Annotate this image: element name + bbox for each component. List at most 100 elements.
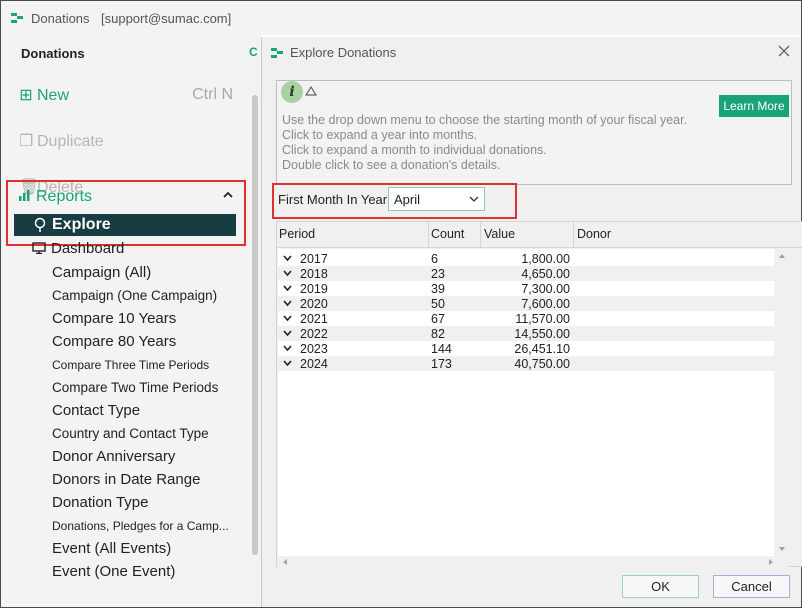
new-button[interactable]: ⊞ New: [19, 85, 69, 105]
cell-value: 14,550.00: [514, 327, 570, 341]
monitor-icon: [32, 242, 46, 254]
duplicate-button[interactable]: ❐ Duplicate: [19, 131, 104, 151]
column-divider: [480, 222, 481, 248]
table-row[interactable]: 2017 6 1,800.00: [278, 251, 774, 266]
report-item[interactable]: Compare Three Time Periods: [52, 356, 229, 379]
report-item[interactable]: Campaign (One Campaign): [52, 287, 229, 310]
first-month-select[interactable]: April: [388, 187, 485, 211]
cell-value: 7,600.00: [521, 297, 570, 311]
chevron-up-icon[interactable]: [222, 189, 234, 201]
table-row[interactable]: 2022 82 14,550.00: [278, 326, 774, 341]
cell-count: 6: [431, 252, 438, 266]
report-item[interactable]: Event (All Events): [52, 540, 229, 563]
first-month-value: April: [394, 192, 421, 207]
report-item[interactable]: Compare 10 Years: [52, 310, 229, 333]
tab-icon: C: [249, 45, 258, 59]
cell-value: 4,650.00: [521, 267, 570, 281]
scroll-right-arrow-icon[interactable]: [767, 558, 775, 566]
ok-button[interactable]: OK: [622, 575, 699, 598]
report-item[interactable]: Compare Two Time Periods: [52, 379, 229, 402]
scroll-up-arrow-icon[interactable]: [778, 252, 786, 260]
expand-chevron-icon[interactable]: [283, 300, 292, 307]
cell-count: 50: [431, 297, 445, 311]
reports-section-header[interactable]: Reports: [18, 188, 92, 206]
column-divider: [573, 222, 574, 248]
first-month-label: First Month In Year: [278, 192, 388, 207]
column-divider: [428, 222, 429, 248]
cancel-button[interactable]: Cancel: [713, 575, 790, 598]
expand-chevron-icon[interactable]: [283, 345, 292, 352]
column-header-count[interactable]: Count: [431, 227, 464, 241]
report-item[interactable]: Campaign (All): [52, 264, 229, 287]
expand-chevron-icon[interactable]: [283, 330, 292, 337]
table-vertical-scrollbar[interactable]: [775, 249, 789, 557]
cell-period: 2023: [300, 342, 328, 356]
report-item[interactable]: Country and Contact Type: [52, 425, 229, 448]
table-body: 2017 6 1,800.00 2018 23 4,650.00 2019 39…: [278, 249, 774, 557]
column-header-period[interactable]: Period: [279, 227, 315, 241]
info-panel: i Learn More Use the drop down menu to c…: [276, 80, 792, 185]
reports-label: Reports: [36, 188, 93, 205]
lightbulb-icon: [34, 217, 46, 232]
table-row[interactable]: 2024 173 40,750.00: [278, 356, 774, 371]
report-item[interactable]: Donors in Date Range: [52, 471, 229, 494]
sidebar-item-label: Dashboard: [51, 240, 125, 257]
expand-chevron-icon[interactable]: [283, 360, 292, 367]
expand-chevron-icon[interactable]: [283, 285, 292, 292]
duplicate-label: Duplicate: [37, 133, 104, 150]
cell-period: 2019: [300, 282, 328, 296]
scroll-left-arrow-icon[interactable]: [281, 558, 289, 566]
expand-chevron-icon[interactable]: [283, 315, 292, 322]
table-row[interactable]: 2020 50 7,600.00: [278, 296, 774, 311]
sidebar-item-dashboard[interactable]: Dashboard: [32, 240, 124, 257]
user-email: [support@sumac.com]: [101, 11, 232, 26]
new-label: New: [37, 87, 70, 104]
report-item[interactable]: Donations, Pledges for a Camp...: [52, 517, 229, 540]
scrollbar-thumb[interactable]: [252, 95, 258, 555]
info-icon: i: [281, 81, 303, 103]
cell-count: 67: [431, 312, 445, 326]
cell-value: 40,750.00: [514, 357, 570, 371]
close-icon[interactable]: [776, 43, 792, 59]
donations-table: Period Count Value Donor 2017 6 1,800.00…: [276, 221, 802, 568]
info-line: Click to expand a month to individual do…: [282, 143, 547, 157]
info-line: Double click to see a donation's details…: [282, 158, 501, 172]
new-shortcut: Ctrl N: [192, 86, 233, 103]
title-bar: Donations [support@sumac.com]: [1, 1, 801, 35]
cell-period: 2021: [300, 312, 328, 326]
plus-square-icon: ⊞: [19, 87, 33, 104]
chevron-down-icon: [469, 196, 479, 202]
cell-value: 11,570.00: [515, 312, 570, 326]
cell-period: 2024: [300, 357, 328, 371]
table-header: Period Count Value Donor: [277, 222, 802, 248]
table-horizontal-scrollbar[interactable]: [278, 556, 789, 568]
report-item[interactable]: Event (One Event): [52, 563, 229, 586]
report-item[interactable]: Donor Anniversary: [52, 448, 229, 471]
table-row[interactable]: 2019 39 7,300.00: [278, 281, 774, 296]
report-item[interactable]: Contact Type: [52, 402, 229, 425]
bar-chart-icon: [19, 190, 30, 201]
report-item[interactable]: Compare 80 Years: [52, 333, 229, 356]
info-line: Click to expand a year into months.: [282, 128, 478, 142]
collapse-triangle-icon[interactable]: [305, 85, 317, 97]
column-header-value[interactable]: Value: [484, 227, 515, 241]
column-header-donor[interactable]: Donor: [577, 227, 611, 241]
expand-chevron-icon[interactable]: [283, 270, 292, 277]
dialog-title: Explore Donations: [290, 45, 397, 60]
sidebar-item-explore[interactable]: Explore: [14, 214, 236, 236]
scroll-down-arrow-icon[interactable]: [778, 545, 786, 553]
table-row[interactable]: 2021 67 11,570.00: [278, 311, 774, 326]
table-row[interactable]: 2018 23 4,650.00: [278, 266, 774, 281]
cell-period: 2020: [300, 297, 328, 311]
duplicate-icon: ❐: [19, 133, 34, 150]
table-row[interactable]: 2023 144 26,451.10: [278, 341, 774, 356]
report-item[interactable]: Donation Type: [52, 494, 229, 517]
cell-count: 173: [431, 357, 452, 371]
cell-count: 82: [431, 327, 445, 341]
cell-value: 7,300.00: [521, 282, 570, 296]
sidebar-item-label: Explore: [52, 216, 111, 233]
learn-more-button[interactable]: Learn More: [719, 95, 789, 117]
sidebar-scrollbar[interactable]: [249, 35, 261, 607]
expand-chevron-icon[interactable]: [283, 255, 292, 262]
sidebar-header: Donations: [21, 46, 85, 61]
